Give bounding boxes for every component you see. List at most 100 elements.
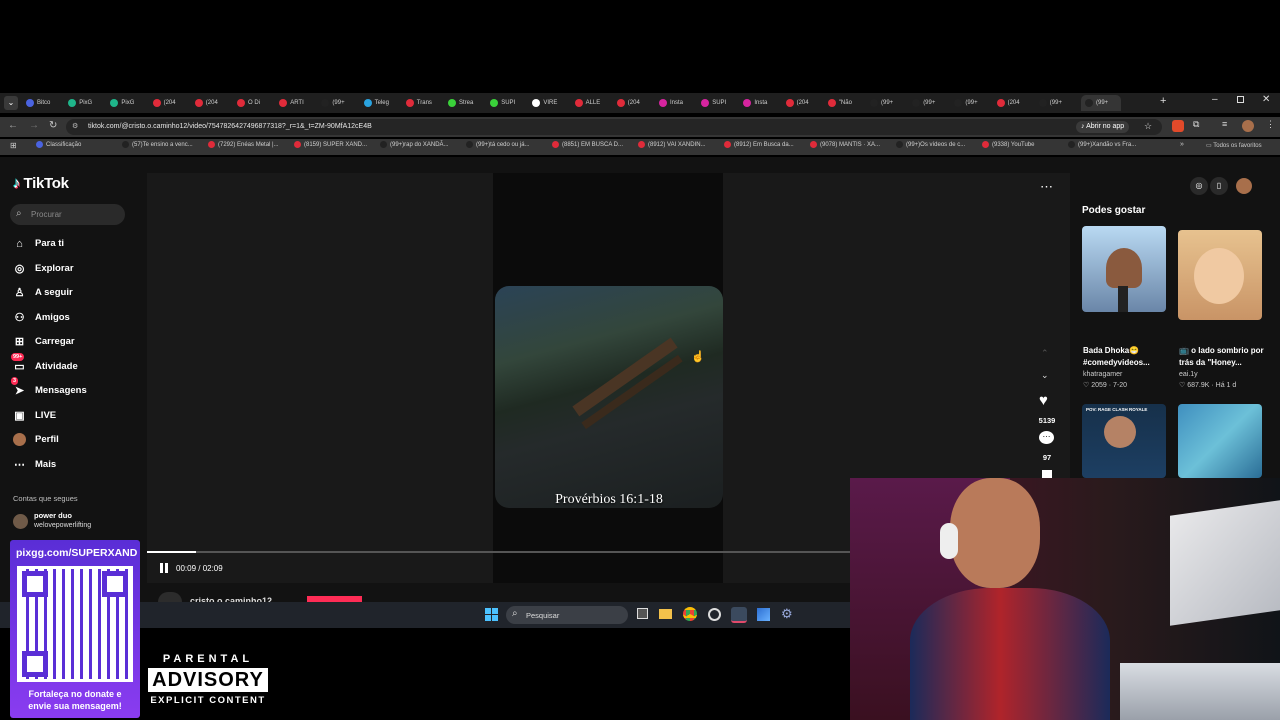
sidebar-item-compass[interactable]: ◎ Explorar bbox=[13, 262, 74, 275]
browser-menu-icon[interactable]: ⋮ bbox=[1266, 119, 1275, 130]
browser-tab[interactable]: PixG bbox=[68, 95, 108, 111]
chrome-icon[interactable] bbox=[683, 607, 697, 621]
tab-list-dropdown[interactable]: ⌄ bbox=[4, 96, 18, 110]
previous-video-button[interactable]: ⌃ bbox=[1041, 348, 1049, 359]
browser-tab[interactable]: (204 bbox=[616, 95, 657, 111]
bookmark-item[interactable]: (7292) Enéas Metal |... bbox=[208, 141, 279, 148]
like-icon[interactable]: ♥ bbox=[1039, 392, 1048, 409]
close-window-button[interactable]: ✕ bbox=[1262, 94, 1270, 105]
bookmark-item[interactable]: (99+)rap do XANDÃ... bbox=[380, 141, 449, 148]
windows-start-icon[interactable] bbox=[485, 608, 498, 621]
more-bookmarks-icon[interactable]: » bbox=[1180, 141, 1184, 148]
browser-tab[interactable]: (204 bbox=[152, 95, 193, 111]
browser-tab[interactable]: (204 bbox=[785, 95, 826, 111]
browser-tab[interactable]: Insta bbox=[743, 95, 783, 111]
sidebar-item-more[interactable]: ⋯ Mais bbox=[13, 458, 56, 471]
search-input[interactable]: ⌕ Procurar bbox=[10, 204, 125, 225]
taskbar-search[interactable]: ⌕ Pesquisar bbox=[506, 606, 628, 624]
browser-tab[interactable]: Strea bbox=[448, 95, 488, 111]
back-icon[interactable]: ← bbox=[8, 120, 18, 131]
progress-track[interactable] bbox=[147, 551, 850, 553]
browser-tab[interactable]: Bitco bbox=[26, 95, 66, 111]
author-name[interactable]: cristo.o.caminho12 bbox=[190, 594, 272, 602]
recommendation-card[interactable] bbox=[1178, 230, 1262, 320]
bookmark-item[interactable]: (99+)Xandão vs Fra... bbox=[1068, 141, 1136, 148]
url-field[interactable]: ⚙ tiktok.com/@cristo.o.caminho12/video/7… bbox=[66, 119, 1162, 135]
browser-tab[interactable]: "Não bbox=[827, 95, 868, 111]
browser-tab[interactable]: SUPI bbox=[490, 95, 530, 111]
bookmark-item[interactable]: (8159) SUPER XAND... bbox=[294, 141, 367, 148]
following-item[interactable]: power duo welovepowerlifting bbox=[13, 511, 91, 531]
video-thumbnail[interactable]: Provérbios 16:1-18 bbox=[495, 286, 723, 508]
steam-icon[interactable] bbox=[731, 607, 747, 623]
bookmark-item[interactable]: (8851) EM BUSCA D... bbox=[552, 141, 623, 148]
bookmark-star-icon[interactable]: ☆ bbox=[1144, 121, 1152, 132]
settings-icon[interactable]: ⚙ bbox=[781, 606, 793, 622]
sidebar-item-messages[interactable]: ➤ 3 Mensagens bbox=[11, 377, 87, 397]
bookmark-item[interactable]: (8912) VAI XANDIN... bbox=[638, 141, 706, 148]
browser-tab[interactable]: ARTI bbox=[279, 95, 319, 111]
app-icon[interactable] bbox=[757, 608, 770, 621]
browser-tab[interactable]: Trans bbox=[405, 95, 446, 111]
sidebar-item-avatar[interactable]: Perfil bbox=[13, 433, 59, 446]
sidebar-item-home[interactable]: ⌂ Para ti bbox=[13, 237, 64, 250]
browser-tab[interactable]: Insta bbox=[659, 95, 699, 111]
bookmark-item[interactable]: (9078) MANTIS · XA... bbox=[810, 141, 880, 148]
sidebar-item-upload[interactable]: ⊞ Carregar bbox=[13, 335, 75, 348]
task-view-icon[interactable] bbox=[637, 608, 648, 619]
bookmark-item[interactable]: (99+)tá cedo ou já... bbox=[466, 141, 530, 148]
bookmark-item[interactable]: (99+)Os vídeos de c... bbox=[896, 141, 965, 148]
apps-grid-icon[interactable]: ⊞ bbox=[10, 141, 17, 150]
sidebar-item-friends[interactable]: ⚇ Amigos bbox=[13, 311, 70, 324]
author-avatar[interactable] bbox=[158, 592, 182, 602]
browser-tab[interactable]: (99+ bbox=[912, 95, 952, 111]
rec-author[interactable]: eai.1y bbox=[1179, 371, 1198, 378]
bookmark-icon[interactable] bbox=[1042, 470, 1052, 478]
browser-tab[interactable]: PixG bbox=[110, 95, 150, 111]
browser-tab[interactable]: Teleg bbox=[363, 95, 404, 111]
sidebar-item-activity[interactable]: ▭ 99+ Atividade bbox=[11, 352, 78, 373]
recommendation-card[interactable]: POV: RAGE CLASH ROYALE bbox=[1082, 404, 1166, 478]
site-info-icon[interactable]: ⚙ bbox=[72, 122, 78, 130]
recommendation-card[interactable] bbox=[1178, 404, 1262, 478]
maximize-button[interactable] bbox=[1237, 96, 1244, 103]
extensions-puzzle-icon[interactable]: ⧉ bbox=[1193, 119, 1199, 130]
browser-tab[interactable]: O Di bbox=[237, 95, 277, 111]
minimize-button[interactable]: – bbox=[1212, 94, 1218, 105]
file-explorer-icon[interactable] bbox=[659, 609, 672, 619]
header-avatar[interactable] bbox=[1236, 178, 1252, 194]
all-bookmarks[interactable]: ▭ Todos os favoritos bbox=[1206, 142, 1262, 149]
bookmark-item[interactable]: (8912) Em Busca da... bbox=[724, 141, 794, 148]
browser-tab[interactable]: (99+ bbox=[321, 95, 361, 111]
browser-tab[interactable]: (204 bbox=[194, 95, 235, 111]
browser-tab[interactable]: (99+ bbox=[1038, 95, 1079, 111]
sidebar-item-live[interactable]: ▣ LIVE bbox=[13, 409, 56, 422]
more-options-icon[interactable]: ⋯ bbox=[1040, 179, 1053, 195]
profile-avatar[interactable] bbox=[1242, 120, 1254, 132]
next-video-button[interactable]: ⌄ bbox=[1041, 370, 1049, 381]
browser-tab[interactable]: VIRE bbox=[532, 95, 572, 111]
recommendation-card[interactable] bbox=[1082, 226, 1166, 312]
new-tab-button[interactable]: + bbox=[1160, 95, 1166, 107]
open-in-app-button[interactable]: ♪ Abrir no app bbox=[1076, 121, 1130, 133]
forward-icon[interactable]: → bbox=[29, 120, 39, 131]
browser-tab[interactable]: ALLE bbox=[574, 95, 615, 111]
comment-icon[interactable]: ⋯ bbox=[1039, 431, 1054, 444]
rec-title[interactable]: Bada Dhoka😁 #comedyvideos... bbox=[1083, 345, 1169, 369]
header-device-icon[interactable]: ▯ bbox=[1210, 177, 1228, 195]
browser-tab[interactable]: SUPI bbox=[701, 95, 741, 111]
rec-title[interactable]: 📺 o lado sombrio por trás da "Honey... bbox=[1179, 345, 1265, 369]
browser-tab[interactable]: (99+ bbox=[1081, 95, 1121, 111]
bookmark-item[interactable]: Classificação bbox=[36, 141, 81, 148]
header-compass-icon[interactable]: ◎ bbox=[1190, 177, 1208, 195]
bookmark-item[interactable]: (57)Te ensino a venc... bbox=[122, 141, 193, 148]
bookmark-item[interactable]: (9338) YouTube bbox=[982, 141, 1034, 148]
sidebar-item-following[interactable]: ♙ A seguir bbox=[13, 286, 73, 299]
reading-list-icon[interactable]: ≡ bbox=[1222, 119, 1227, 129]
pause-button[interactable] bbox=[160, 563, 168, 573]
tiktok-logo[interactable]: ♪ TikTok bbox=[13, 175, 69, 192]
browser-tab[interactable]: (99+ bbox=[870, 95, 910, 111]
extension-icon[interactable] bbox=[1172, 120, 1184, 132]
rec-author[interactable]: khatragamer bbox=[1083, 371, 1122, 378]
obs-icon[interactable] bbox=[708, 608, 721, 621]
